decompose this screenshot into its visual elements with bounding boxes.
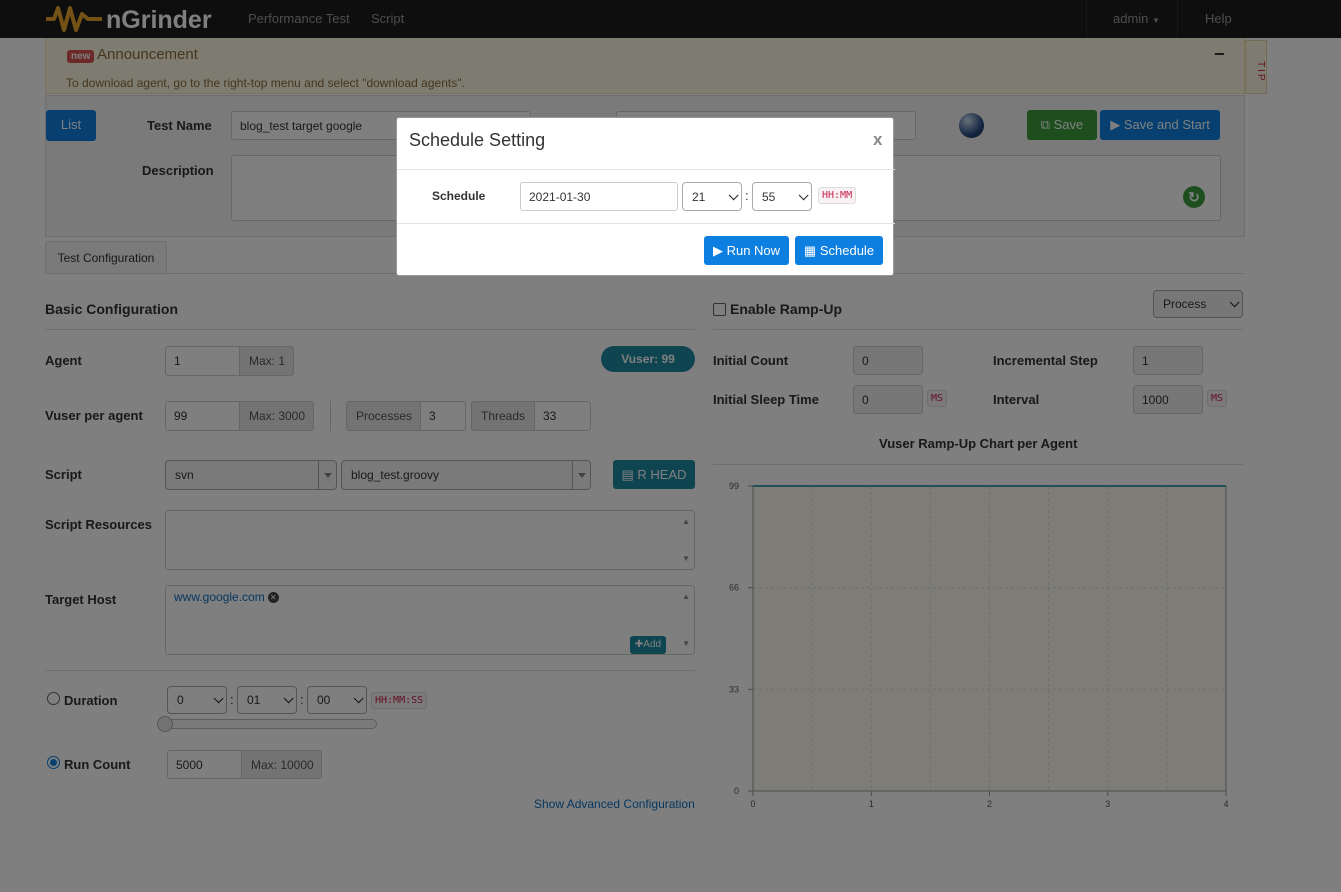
schedule-minute-value: 55 (762, 189, 776, 204)
run-now-button[interactable]: ▶ Run Now (704, 236, 789, 265)
time-format: HH:MM (818, 187, 857, 204)
chevron-down-icon (798, 189, 809, 200)
schedule-minute-select[interactable]: 55 (752, 182, 812, 211)
close-icon[interactable]: x (873, 130, 882, 150)
schedule-button[interactable]: ▦ Schedule (795, 236, 883, 265)
schedule-label: Schedule (432, 189, 486, 203)
chevron-down-icon (728, 189, 739, 200)
play-icon: ▶ (712, 243, 723, 258)
schedule-hour-value: 21 (692, 189, 706, 204)
modal-divider (397, 223, 895, 224)
schedule-setting-modal: Schedule Setting x Schedule 2021-01-30 2… (396, 117, 895, 276)
schedule-button-label: Schedule (819, 243, 875, 258)
schedule-date-input[interactable]: 2021-01-30 (520, 182, 678, 211)
schedule-hour-select[interactable]: 21 (682, 182, 742, 211)
modal-title: Schedule Setting (409, 130, 546, 150)
run-now-label: Run Now (726, 243, 781, 258)
calendar-icon: ▦ (803, 243, 817, 258)
colon: : (745, 188, 749, 203)
modal-divider (397, 169, 895, 170)
